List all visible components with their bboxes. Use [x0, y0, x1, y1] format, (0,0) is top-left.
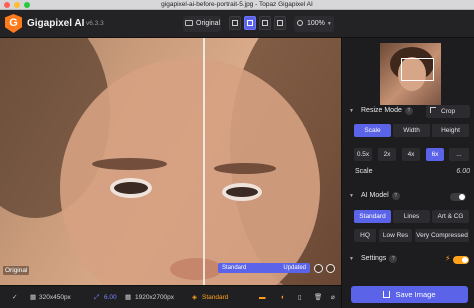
preview-model-status: Updated [283, 265, 306, 271]
minimize-window-button[interactable] [14, 2, 20, 8]
left-eye-shape [110, 178, 152, 198]
preview-model-chip: Standard Updated [218, 263, 310, 273]
attachment-icon[interactable]: ⌀ [331, 286, 335, 308]
ai-model-auto-toggle[interactable] [450, 193, 466, 201]
chevron-down-icon: ▼ [349, 256, 354, 262]
crop-label: Crop [441, 108, 456, 115]
zoom-icon [297, 20, 303, 26]
nose-shape [170, 258, 222, 280]
model-name-text: Standard [202, 294, 229, 301]
window-titlebar: gigapixel-ai-before-portrait-5.jpg - Top… [0, 0, 474, 10]
single-view-button[interactable] [229, 16, 241, 30]
output-size-text: 1920x2700px [135, 294, 175, 301]
preview-model-name: Standard [222, 265, 247, 271]
navigator-viewport-rect[interactable] [401, 58, 434, 81]
resize-mode-scale[interactable]: Scale [354, 124, 391, 137]
resize-mode-height[interactable]: Height [432, 124, 469, 137]
grid-view-button[interactable] [274, 16, 286, 30]
file-icon[interactable]: ▯ [298, 286, 302, 308]
help-icon[interactable]: ? [404, 107, 413, 115]
model-hq[interactable]: HQ [354, 229, 376, 242]
zoom-dropdown[interactable]: 100% ▼ [294, 16, 334, 32]
ai-model-title: AI Model [361, 192, 389, 199]
toolbar: G Gigapixel AI v6.3.3 Original 100% ▼ [0, 10, 474, 38]
face-recovery-icon[interactable] [314, 264, 323, 273]
gpu-lightning-icon: ⚡ [445, 254, 451, 263]
side-by-side-view-button[interactable] [259, 16, 271, 30]
show-original-button[interactable]: Original [183, 16, 221, 32]
settings-panel: ▼ Resize Mode? Crop Scale Width Height 0… [341, 38, 474, 308]
checkmark-icon[interactable]: ✓ [12, 286, 17, 308]
maximize-window-button[interactable] [24, 2, 30, 8]
original-label: Original [3, 266, 30, 275]
left-brow-shape [92, 158, 167, 170]
scale-option-4x[interactable]: 4x [402, 148, 420, 161]
navigator-thumbnail[interactable] [380, 43, 441, 105]
resize-mode-width[interactable]: Width [393, 124, 430, 137]
scale-row: Scale 6.00 [355, 168, 470, 175]
split-view-button[interactable] [244, 16, 256, 30]
model-very-compressed[interactable]: Very Compressed [415, 229, 469, 242]
chevron-down-icon: ▼ [349, 108, 354, 114]
window-title: gigapixel-ai-before-portrait-5.jpg - Top… [161, 1, 313, 8]
resize-mode-title: Resize Mode [361, 107, 402, 114]
app-version: v6.3.3 [86, 20, 104, 27]
gigapixel-logo-icon: G [5, 14, 22, 33]
help-icon[interactable]: ? [391, 192, 400, 200]
save-image-button[interactable]: Save Image [351, 286, 468, 303]
bottom-status-bar: ✓ ▦ 320x450px ⤢ 6.00 ▦ 1920x2700px ◈ Sta… [0, 285, 341, 308]
compare-icon [185, 20, 193, 26]
noise-icon[interactable]: ▬ [259, 286, 266, 308]
side-by-side-icon [262, 20, 268, 26]
model-lines[interactable]: Lines [393, 210, 430, 223]
right-brow-shape [214, 163, 276, 174]
zoom-value: 100% [307, 20, 325, 27]
model-low-res[interactable]: Low Res [379, 229, 412, 242]
scale-value[interactable]: 6.00 [456, 168, 470, 175]
image-preview[interactable]: Original Standard Updated [0, 38, 341, 285]
settings-title: Settings [361, 255, 387, 262]
brightness-icon[interactable]: ◐ [281, 286, 285, 308]
single-view-icon [232, 20, 238, 26]
grid-view-icon [277, 20, 283, 26]
scale-label: Scale [355, 168, 373, 175]
download-icon [383, 291, 391, 298]
app-name: Gigapixel AI [27, 18, 85, 29]
model-cube-icon: ◈ [192, 294, 197, 301]
toggle-knob [462, 257, 468, 263]
scale-option-0-5x[interactable]: 0.5x [354, 148, 372, 161]
window-controls [4, 2, 30, 8]
split-divider[interactable] [203, 38, 205, 285]
gpu-toggle[interactable] [453, 256, 469, 264]
model-standard[interactable]: Standard [354, 210, 391, 223]
scale-option-custom[interactable]: ... [449, 148, 469, 161]
input-size-text: 320x450px [39, 294, 71, 301]
model-art-cg[interactable]: Art & CG [432, 210, 469, 223]
scale-arrows-icon: ⤢ [94, 294, 100, 301]
crop-icon [430, 107, 436, 113]
close-window-button[interactable] [4, 2, 10, 8]
toggle-knob [459, 194, 465, 200]
scale-option-2x[interactable]: 2x [378, 148, 396, 161]
show-original-label: Original [196, 20, 221, 27]
output-size-icon: ▦ [125, 294, 132, 301]
image-size-icon: ▦ [30, 294, 37, 301]
crop-button[interactable]: Crop [426, 105, 470, 118]
trash-icon[interactable]: 🗑 [314, 286, 322, 308]
help-icon[interactable]: ? [389, 255, 398, 263]
scale-value-text: 6.00 [104, 294, 117, 301]
face-detect-icon[interactable] [326, 264, 335, 273]
split-view-icon [247, 20, 253, 26]
chevron-down-icon: ▼ [326, 21, 332, 27]
right-eye-shape [222, 183, 262, 201]
save-image-label: Save Image [395, 290, 436, 299]
chevron-down-icon: ▼ [349, 193, 354, 199]
scale-option-6x[interactable]: 6x [426, 148, 444, 161]
